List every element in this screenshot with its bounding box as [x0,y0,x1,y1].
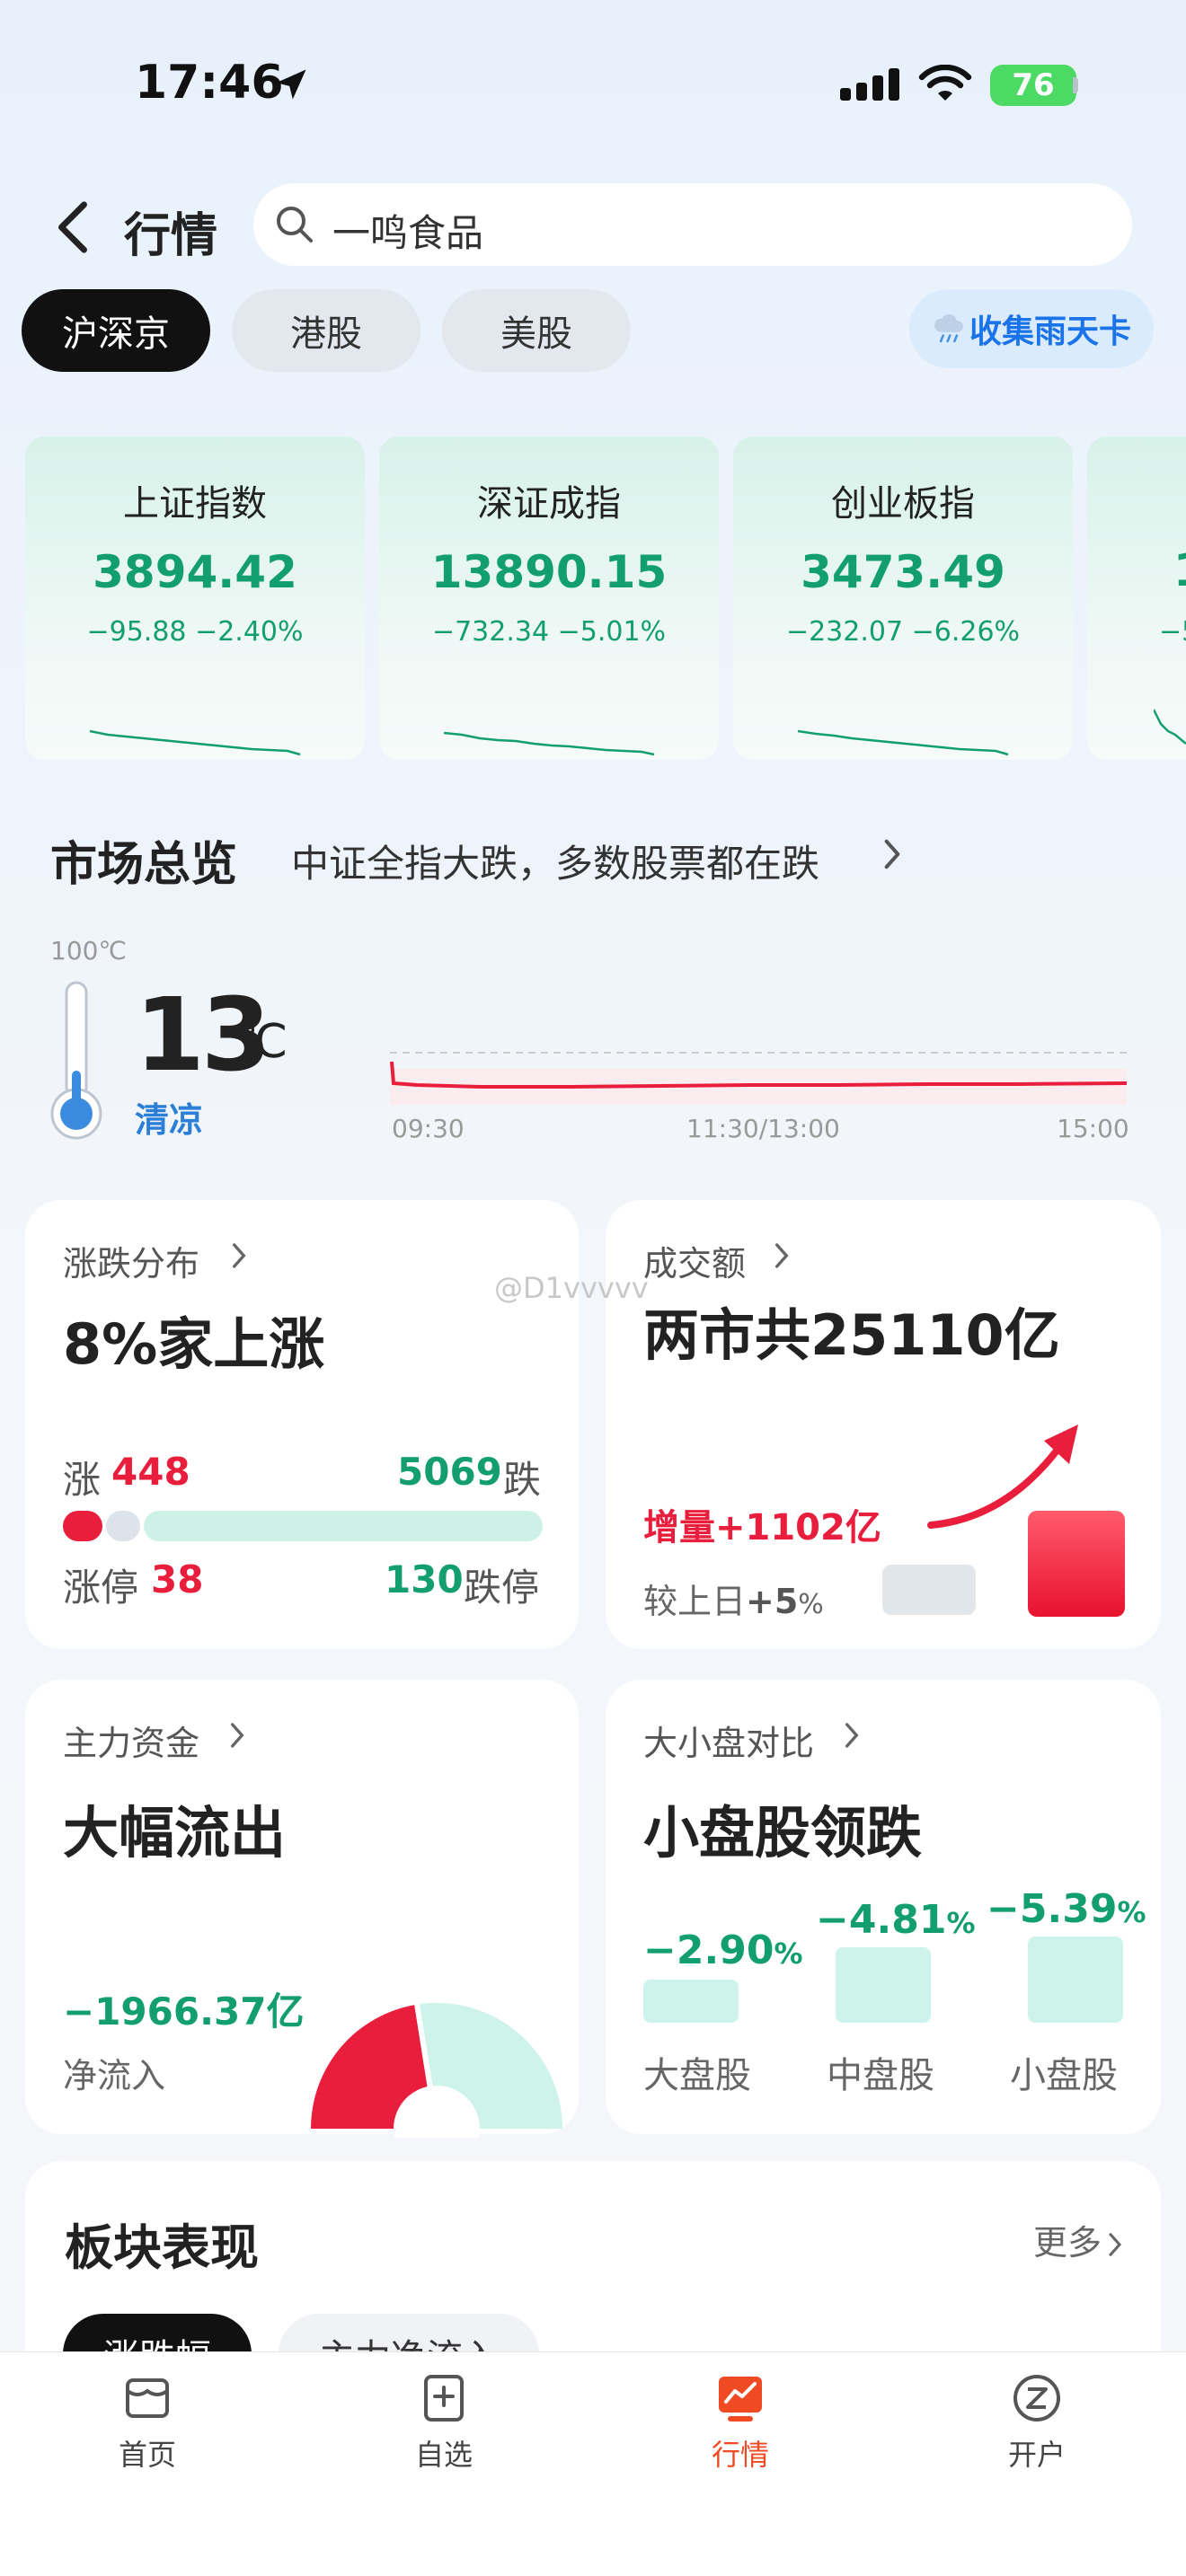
nav-label: 自选 [414,2438,473,2472]
limit-down-label: 跌停 [464,1566,540,1610]
index-change: −5 [1159,616,1186,648]
battery-icon: 76 [990,65,1076,106]
mid-cap-bar [836,1947,931,2023]
tab-us-stocks[interactable]: 美股 [442,289,631,372]
location-arrow-icon [276,69,306,100]
temperature-intraday-line [390,1052,1127,1105]
thermometer-icon [50,981,102,1140]
net-inflow-label: 净流入 [63,2056,166,2095]
add-watchlist-icon [424,2375,464,2422]
index-name: 上证指数 [123,483,267,525]
index-change: −232.07 −6.26% [785,616,1021,648]
index-name: 创业板指 [831,483,975,525]
rise-fall-label: 涨跌分布 [63,1244,200,1284]
battery-tip [1073,77,1078,93]
index-card-partial[interactable]: 1 −5 [1087,437,1186,760]
back-arrow-icon[interactable] [52,199,92,255]
small-cap-pct: −5.39% [987,1886,1146,1932]
turnover-headline: 两市共25110亿 [643,1302,1060,1368]
rain-card-button[interactable]: 收集雨天卡 [909,289,1154,368]
index-sparkline [444,731,655,756]
up-bar [63,1511,102,1541]
turnover-compare: 较上日+5% [643,1582,824,1621]
time-tick: 15:00 [1057,1114,1129,1143]
size-compare-label: 大小盘对比 [643,1724,815,1763]
current-turnover-bar [1028,1511,1125,1617]
weibo-watermark: @D1vvvvv [494,1271,649,1305]
temperature-max-label: 100℃ [50,936,127,966]
index-sparkline [90,729,301,756]
nav-label: 行情 [711,2438,769,2472]
down-bar [144,1511,543,1541]
time-tick: 09:30 [392,1114,465,1143]
chevron-right-icon [775,1243,789,1268]
nav-label: 开户 [1007,2438,1066,2472]
nav-home[interactable]: 首页 [58,2371,237,2474]
search-placeholder: 一鸣食品 [332,211,484,255]
cellular-signal-icon [840,68,899,101]
wifi-icon [918,65,972,101]
chevron-right-icon[interactable] [881,837,904,871]
index-name: 深证成指 [477,483,621,525]
small-cap-bar [1028,1936,1123,2023]
main-funds-label: 主力资金 [63,1724,200,1763]
search-icon [277,207,313,243]
fund-flow-gauge [311,2002,562,2138]
index-value: 3894.42 [93,546,297,598]
market-chart-icon [719,2377,762,2422]
mid-cap-pct: −4.81% [816,1897,976,1943]
chevron-right-icon [845,1723,859,1748]
limit-down-count: 130 [385,1557,464,1601]
rise-fall-headline: 8%家上涨 [63,1311,325,1377]
mid-cap-label: 中盘股 [827,2055,934,2096]
down-count: 5069 [397,1450,502,1494]
chevron-right-icon [233,1243,246,1268]
market-overview-subtitle[interactable]: 中证全指大跌，多数股票都在跌 [291,834,819,888]
up-count: 448 [111,1450,190,1494]
nav-watchlist[interactable]: 自选 [354,2371,534,2474]
index-value: 3473.49 [801,546,1005,598]
large-cap-pct: −2.90% [643,1928,803,1973]
size-compare-headline: 小盘股领跌 [643,1800,923,1866]
index-value: 1 [1173,544,1186,596]
home-store-icon [126,2378,169,2418]
sector-more-link[interactable]: 更多 [1033,2215,1123,2264]
index-sparkline [798,729,1009,756]
index-change: −732.34 −5.01% [431,616,667,648]
turnover-label: 成交额 [643,1244,747,1284]
page-title: 行情 [124,209,218,263]
small-cap-label: 小盘股 [1010,2055,1118,2096]
temperature-description: 清凉 [135,1100,204,1140]
index-value: 13890.15 [430,546,668,598]
rain-card-label: 收集雨天卡 [969,313,1131,350]
chevron-right-icon [230,1723,244,1748]
tab-hk-stocks[interactable]: 港股 [232,289,420,372]
net-inflow-value: −1966.37亿 [63,1989,305,2033]
nav-market[interactable]: 行情 [651,2371,830,2474]
battery-level: 76 [1012,67,1055,103]
limit-up-count: 38 [151,1557,204,1601]
turnover-increase: 增量+1102亿 [643,1507,881,1548]
large-cap-bar [643,1980,739,2023]
status-time: 17:46 [135,56,284,110]
large-cap-label: 大盘股 [643,2055,751,2096]
open-account-icon [1013,2375,1060,2422]
index-change: −95.88 −2.40% [86,616,304,648]
main-funds-headline: 大幅流出 [63,1800,287,1866]
index-sparkline [1154,709,1186,745]
temperature-unit: ℃ [235,1015,288,1069]
previous-turnover-bar [882,1565,976,1615]
sector-title: 板块表现 [65,2219,259,2276]
rain-cloud-icon [934,314,963,343]
nav-label: 首页 [118,2438,176,2472]
time-tick: 11:30/13:00 [686,1114,840,1143]
flat-bar [106,1511,140,1541]
nav-open-account[interactable]: 开户 [947,2371,1127,2474]
market-overview-title: 市场总览 [50,838,238,892]
limit-up-label: 涨停 [63,1566,139,1610]
tab-hushenjing[interactable]: 沪深京 [22,289,210,372]
chevron-right-icon [1109,2233,1122,2256]
down-label: 跌 [503,1458,542,1502]
up-label: 涨 [63,1458,102,1502]
